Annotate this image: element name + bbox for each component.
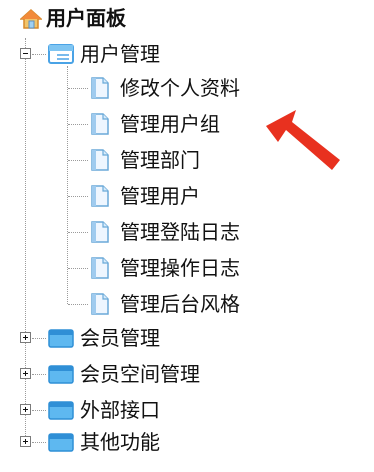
folder-icon — [48, 433, 74, 452]
folder-open-icon — [48, 44, 74, 64]
tree-group-member-management[interactable]: 会员管理 — [0, 322, 374, 354]
tree-item-operation-logs[interactable]: 管理操作日志 — [0, 252, 374, 284]
page-icon — [91, 293, 109, 315]
tree-connector — [68, 160, 88, 161]
expand-toggle[interactable] — [20, 368, 31, 379]
home-icon — [20, 8, 42, 29]
tree-group-label: 其他功能 — [80, 430, 160, 454]
tree-item-label: 管理操作日志 — [120, 256, 240, 280]
page-icon — [91, 185, 109, 207]
page-icon — [91, 113, 109, 135]
tree-group-label: 会员管理 — [80, 326, 160, 350]
tree-item-admin-theme[interactable]: 管理后台风格 — [0, 288, 374, 320]
tree-item-label: 修改个人资料 — [120, 76, 240, 100]
expand-toggle[interactable] — [20, 404, 31, 415]
page-icon — [91, 77, 109, 99]
tree-item-label: 管理用户组 — [120, 112, 220, 136]
tree-connector — [68, 88, 88, 89]
tree-item-label: 管理登陆日志 — [120, 220, 240, 244]
collapse-toggle[interactable] — [20, 48, 31, 59]
page-icon — [91, 149, 109, 171]
tree-item-label: 管理部门 — [120, 148, 200, 172]
tree-connector — [32, 54, 46, 55]
tree-item-label: 管理后台风格 — [120, 292, 240, 316]
tree-group-label: 会员空间管理 — [80, 362, 200, 386]
annotation-arrow-icon — [266, 110, 340, 170]
expand-toggle[interactable] — [20, 436, 31, 447]
tree-root[interactable]: 用户面板 — [0, 2, 374, 34]
tree-connector — [68, 268, 88, 269]
page-icon — [91, 257, 109, 279]
tree-connector — [68, 232, 88, 233]
tree-item-login-logs[interactable]: 管理登陆日志 — [0, 216, 374, 248]
tree-connector — [68, 304, 88, 305]
expand-toggle[interactable] — [20, 332, 31, 343]
tree-group-member-space-management[interactable]: 会员空间管理 — [0, 358, 374, 390]
tree-group-other-functions[interactable]: 其他功能 — [0, 426, 374, 458]
folder-icon — [48, 329, 74, 348]
page-icon — [91, 221, 109, 243]
tree-item-manage-users[interactable]: 管理用户 — [0, 180, 374, 212]
tree-connector — [68, 196, 88, 197]
tree-group-label: 用户管理 — [80, 42, 160, 66]
folder-icon — [48, 365, 74, 384]
tree-item-label: 管理用户 — [120, 184, 200, 208]
tree-item-edit-profile[interactable]: 修改个人资料 — [0, 72, 374, 104]
tree-connector — [32, 374, 46, 375]
tree-connector — [68, 124, 88, 125]
tree-connector — [32, 442, 46, 443]
tree-group-user-management[interactable]: 用户管理 — [0, 38, 374, 70]
folder-icon — [48, 401, 74, 420]
tree-group-external-interfaces[interactable]: 外部接口 — [0, 394, 374, 426]
tree-connector — [32, 338, 46, 339]
tree-root-label: 用户面板 — [46, 6, 126, 30]
tree-group-label: 外部接口 — [80, 398, 160, 422]
tree-connector — [32, 410, 46, 411]
